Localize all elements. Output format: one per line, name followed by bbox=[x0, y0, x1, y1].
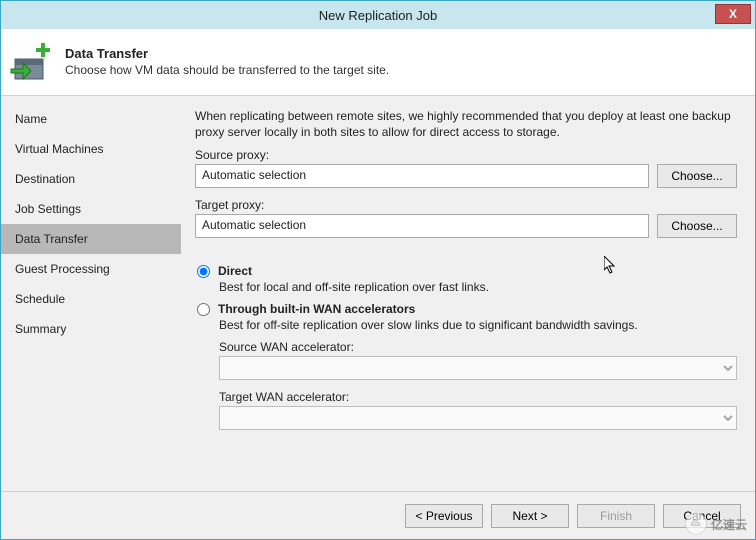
content-pane: When replicating between remote sites, w… bbox=[181, 96, 755, 491]
sidebar-item-destination[interactable]: Destination bbox=[1, 164, 181, 194]
sidebar-item-guest-processing[interactable]: Guest Processing bbox=[1, 254, 181, 284]
sidebar-item-summary[interactable]: Summary bbox=[1, 314, 181, 344]
sidebar-item-job-settings[interactable]: Job Settings bbox=[1, 194, 181, 224]
close-button[interactable]: X bbox=[715, 4, 751, 24]
previous-button[interactable]: < Previous bbox=[405, 504, 483, 528]
target-proxy-field: Automatic selection bbox=[195, 214, 649, 238]
sidebar-item-name[interactable]: Name bbox=[1, 104, 181, 134]
finish-button: Finish bbox=[577, 504, 655, 528]
source-proxy-field: Automatic selection bbox=[195, 164, 649, 188]
close-icon: X bbox=[729, 7, 737, 21]
wizard-icon bbox=[9, 37, 57, 85]
titlebar: New Replication Job X bbox=[1, 1, 755, 29]
next-button[interactable]: Next > bbox=[491, 504, 569, 528]
radio-direct[interactable] bbox=[197, 265, 210, 278]
transfer-mode-group: Direct Best for local and off-site repli… bbox=[195, 264, 737, 436]
target-proxy-label: Target proxy: bbox=[195, 198, 737, 212]
header-title: Data Transfer bbox=[65, 46, 389, 61]
radio-direct-label: Direct bbox=[218, 264, 252, 278]
target-wan-label: Target WAN accelerator: bbox=[219, 390, 737, 404]
source-proxy-choose-button[interactable]: Choose... bbox=[657, 164, 737, 188]
intro-text: When replicating between remote sites, w… bbox=[195, 108, 737, 140]
dialog-window: New Replication Job X Data Transfer Choo… bbox=[0, 0, 756, 540]
radio-wan-desc: Best for off-site replication over slow … bbox=[219, 318, 737, 332]
wizard-header: Data Transfer Choose how VM data should … bbox=[1, 29, 755, 96]
source-wan-select[interactable] bbox=[219, 356, 737, 380]
footer: < Previous Next > Finish Cancel 亿速云 bbox=[1, 491, 755, 539]
sidebar-item-data-transfer[interactable]: Data Transfer bbox=[1, 224, 181, 254]
radio-wan-label: Through built-in WAN accelerators bbox=[218, 302, 415, 316]
source-proxy-label: Source proxy: bbox=[195, 148, 737, 162]
sidebar: Name Virtual Machines Destination Job Se… bbox=[1, 96, 181, 491]
watermark-icon bbox=[685, 513, 707, 535]
sidebar-item-schedule[interactable]: Schedule bbox=[1, 284, 181, 314]
radio-wan[interactable] bbox=[197, 303, 210, 316]
target-proxy-choose-button[interactable]: Choose... bbox=[657, 214, 737, 238]
target-wan-select[interactable] bbox=[219, 406, 737, 430]
sidebar-item-virtual-machines[interactable]: Virtual Machines bbox=[1, 134, 181, 164]
source-wan-label: Source WAN accelerator: bbox=[219, 340, 737, 354]
watermark: 亿速云 bbox=[685, 513, 747, 535]
header-subtitle: Choose how VM data should be transferred… bbox=[65, 63, 389, 77]
wan-accelerator-block: Source WAN accelerator: Target WAN accel… bbox=[219, 340, 737, 436]
wizard-header-text: Data Transfer Choose how VM data should … bbox=[65, 46, 389, 77]
watermark-text: 亿速云 bbox=[711, 516, 747, 533]
radio-direct-desc: Best for local and off-site replication … bbox=[219, 280, 737, 294]
wizard-body: Name Virtual Machines Destination Job Se… bbox=[1, 96, 755, 491]
window-title: New Replication Job bbox=[1, 8, 755, 23]
